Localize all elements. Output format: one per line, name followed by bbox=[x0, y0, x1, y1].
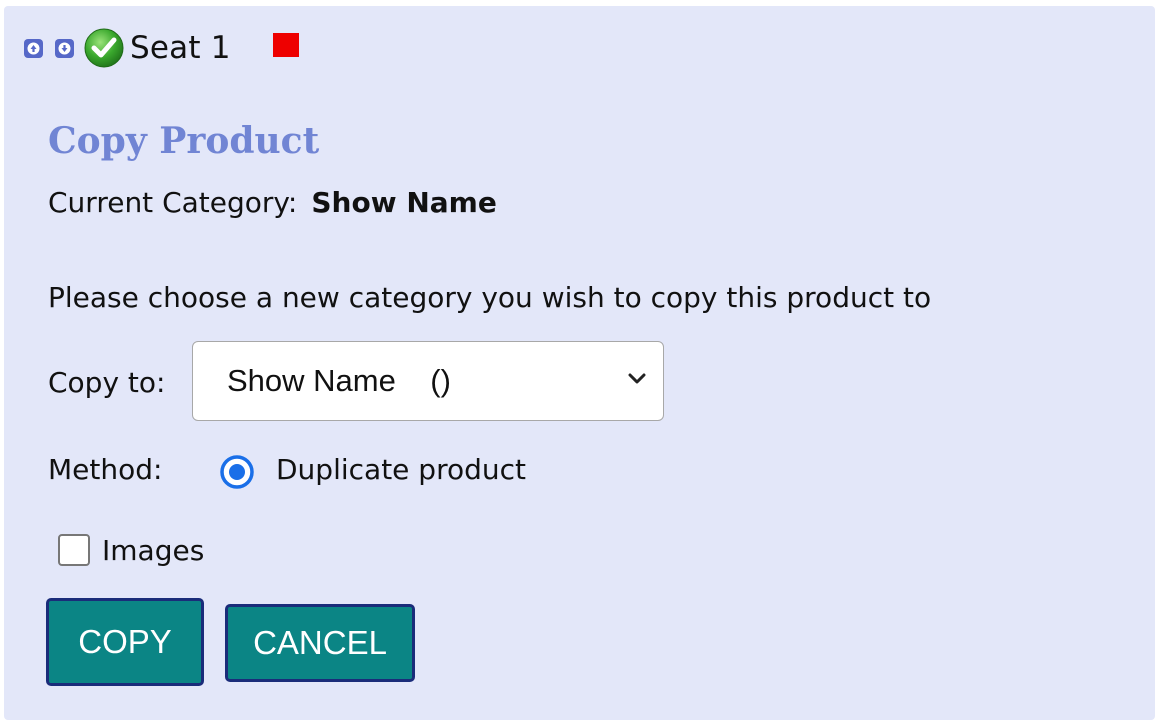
copy-to-label: Copy to: bbox=[48, 366, 166, 399]
arrow-down-icon[interactable] bbox=[55, 38, 74, 58]
duplicate-product-radio[interactable] bbox=[219, 454, 255, 490]
chevron-down-icon bbox=[628, 373, 646, 384]
current-category-label: Current Category: bbox=[48, 186, 298, 219]
copy-to-select[interactable]: Show Name () bbox=[192, 341, 664, 421]
arrow-up-icon[interactable] bbox=[24, 38, 43, 58]
images-label: Images bbox=[102, 534, 205, 567]
copy-button[interactable]: COPY bbox=[46, 598, 204, 686]
current-category: Current Category: Show Name bbox=[48, 186, 497, 219]
instruction-text: Please choose a new category you wish to… bbox=[48, 281, 932, 314]
product-header-row: Seat 1 bbox=[24, 26, 299, 70]
status-indicator bbox=[272, 33, 299, 57]
images-checkbox[interactable] bbox=[58, 534, 90, 566]
seat-label: Seat 1 bbox=[130, 30, 231, 66]
current-category-value: Show Name bbox=[311, 186, 497, 219]
cancel-button[interactable]: CANCEL bbox=[225, 604, 415, 682]
green-check-icon bbox=[84, 28, 124, 68]
method-label: Method: bbox=[48, 453, 163, 486]
duplicate-product-label: Duplicate product bbox=[276, 453, 526, 486]
page-title: Copy Product bbox=[48, 120, 320, 162]
copy-product-panel: Seat 1 Copy Product Current Category: Sho… bbox=[4, 6, 1155, 720]
copy-to-selected-value: Show Name () bbox=[227, 363, 451, 398]
